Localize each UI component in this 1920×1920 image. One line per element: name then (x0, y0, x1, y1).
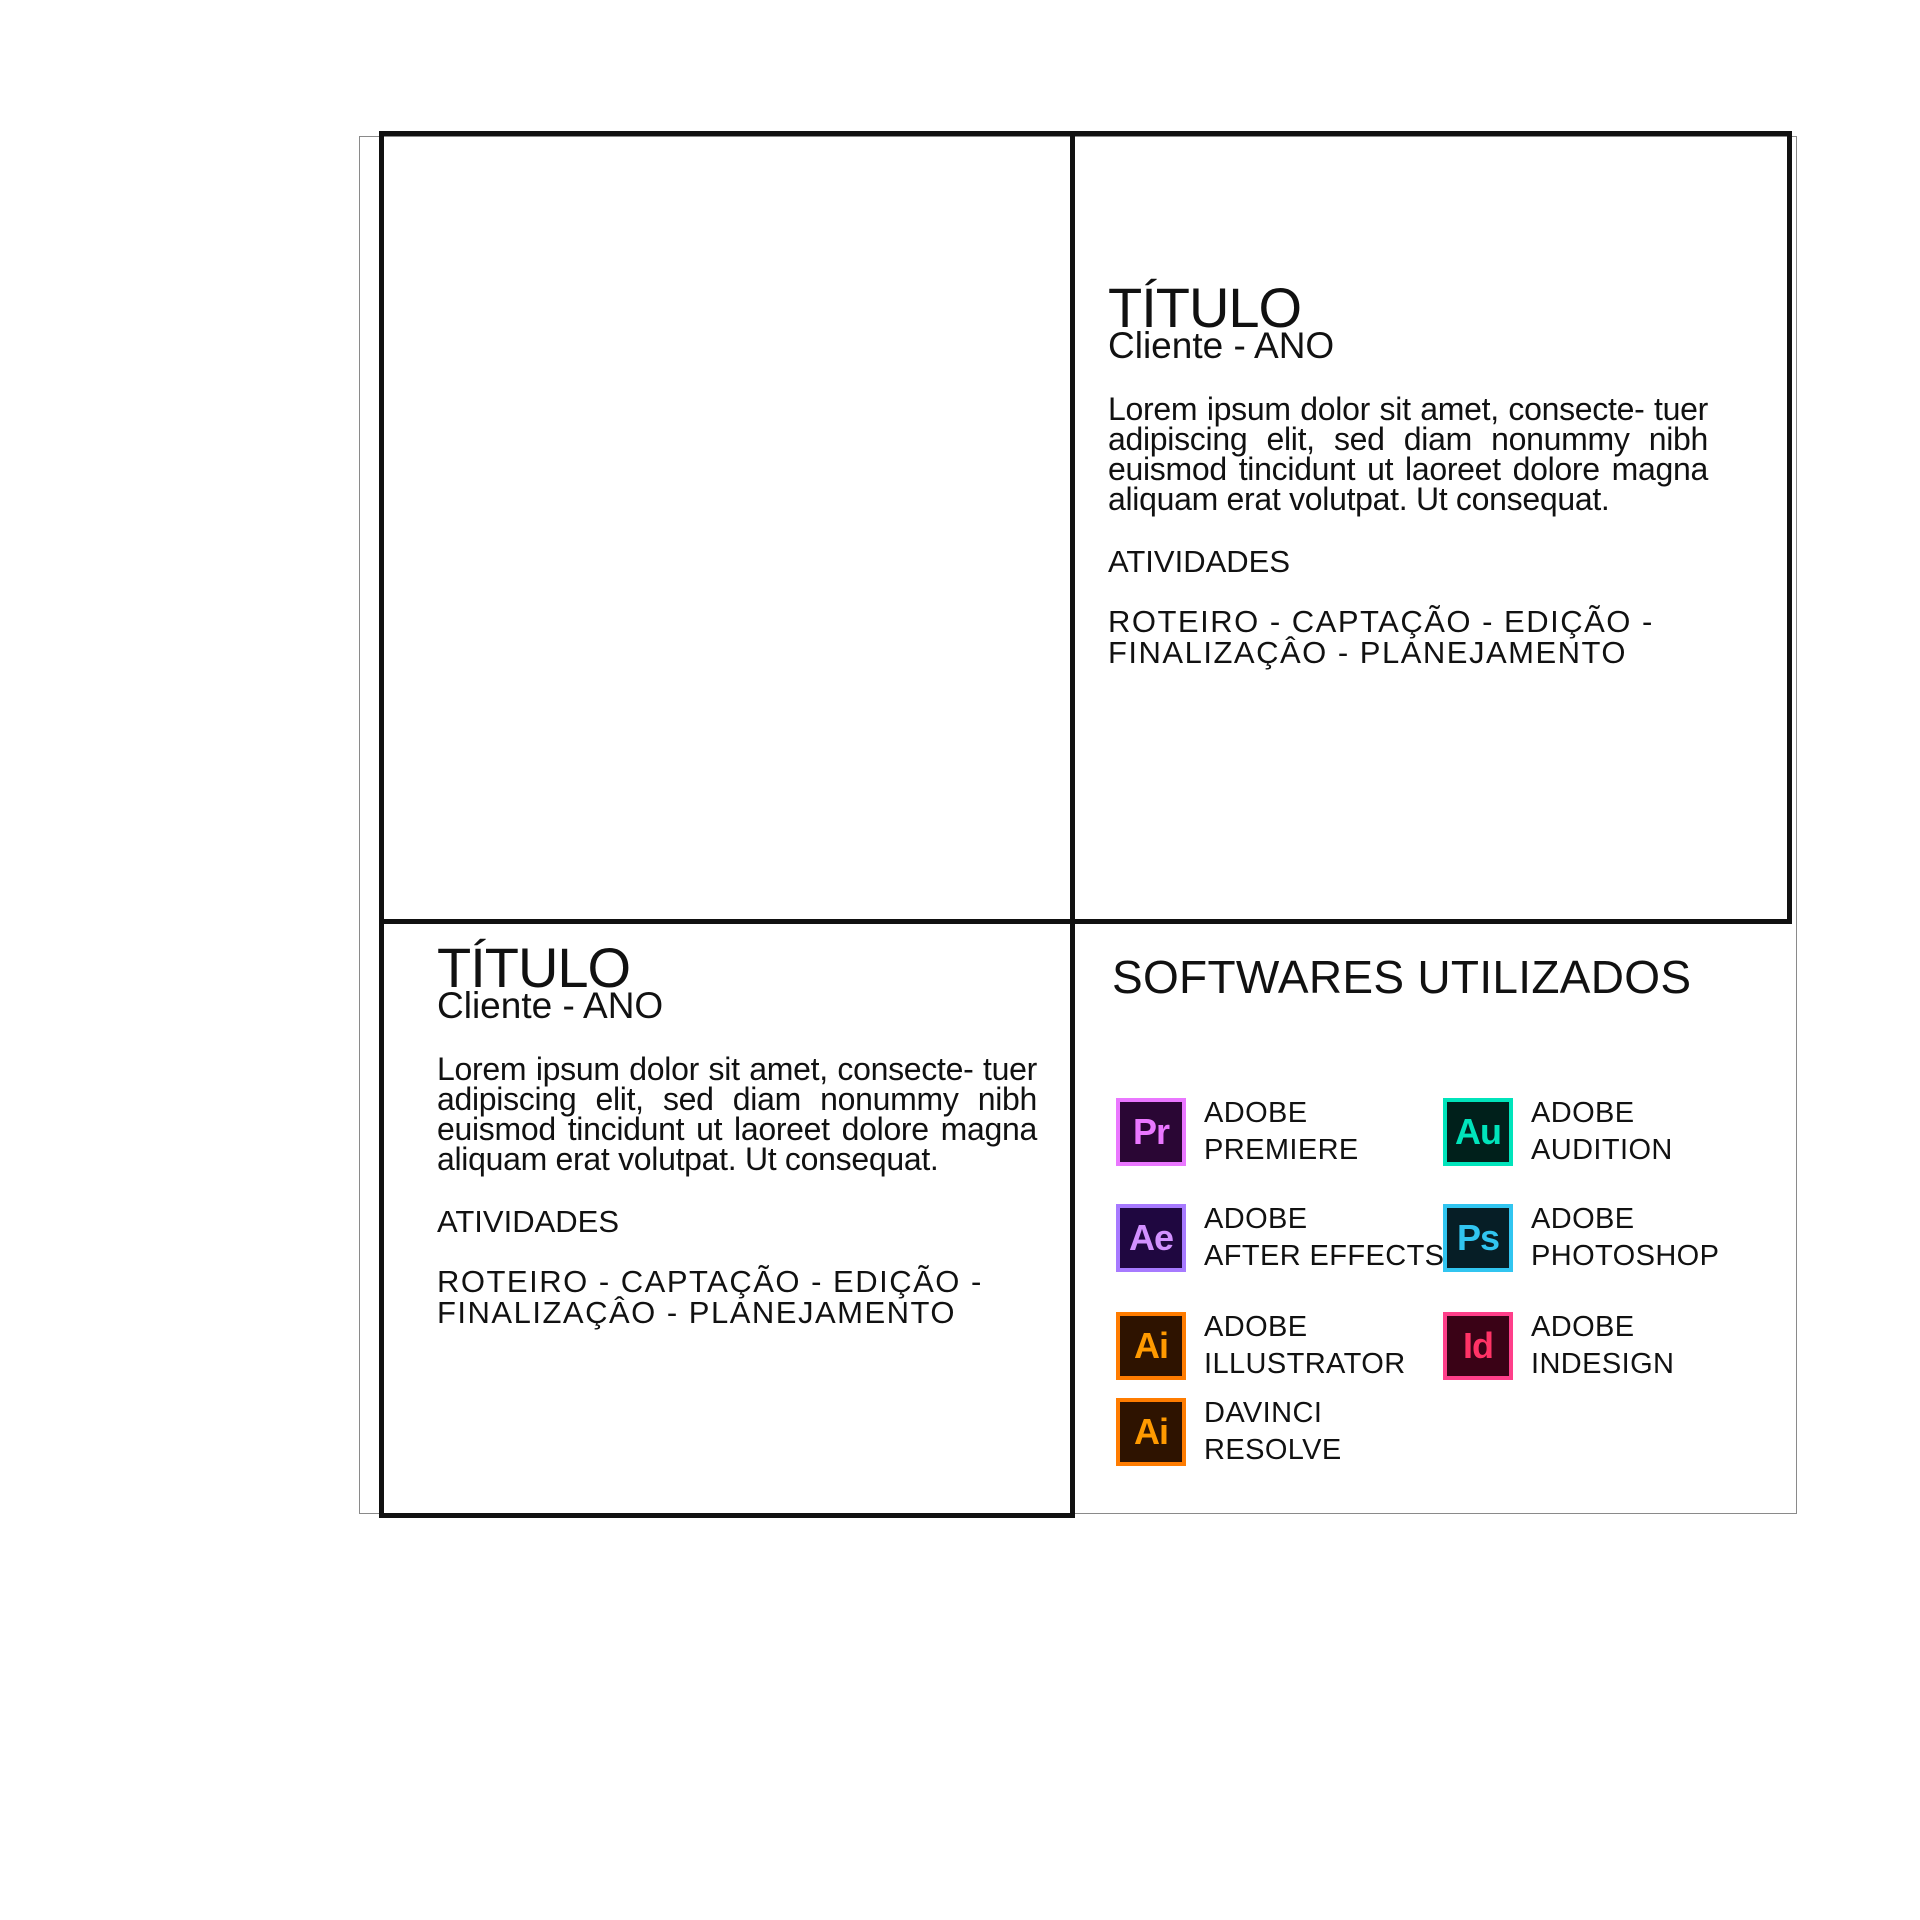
photoshop-icon: Ps (1443, 1204, 1513, 1272)
software-name: ADOBE PHOTOSHOP (1531, 1201, 1719, 1275)
activities-label: ATIVIDADES (1108, 544, 1291, 579)
illustrator-icon: Ai (1116, 1312, 1186, 1380)
software-name-line: ADOBE (1204, 1311, 1308, 1343)
software-name: ADOBE INDESIGN (1531, 1309, 1674, 1383)
software-item-premiere: Pr ADOBE PREMIERE (1116, 1095, 1359, 1169)
activities-line: ROTEIRO - CAPTAÇÃO - EDIÇÃO - (437, 1264, 983, 1299)
project-description: Lorem ipsum dolor sit amet, consecte- tu… (437, 1051, 1037, 1177)
activities-line: FINALIZAÇÂO - PLANEJAMENTO (1108, 635, 1628, 670)
software-item-davinci-resolve: Ai DAVINCI RESOLVE (1116, 1395, 1342, 1469)
software-name: ADOBE PREMIERE (1204, 1095, 1359, 1169)
software-name: ADOBE AFTER EFFECTS (1204, 1201, 1444, 1275)
software-name-line: ADOBE (1531, 1203, 1635, 1235)
image-placeholder-panel (379, 131, 1075, 924)
software-name-line: ADOBE (1204, 1203, 1308, 1235)
software-name-line: ADOBE (1531, 1311, 1635, 1343)
software-name-line: ADOBE (1204, 1097, 1308, 1129)
software-name-line: INDESIGN (1531, 1348, 1675, 1380)
software-name: ADOBE AUDITION (1531, 1095, 1673, 1169)
software-name-line: ADOBE (1531, 1097, 1635, 1129)
software-item-illustrator: Ai ADOBE ILLUSTRATOR (1116, 1309, 1406, 1383)
activities-label: ATIVIDADES (437, 1204, 620, 1239)
software-name-line: AUDITION (1531, 1134, 1673, 1166)
activities-list: ROTEIRO - CAPTAÇÃO - EDIÇÃO - FINALIZAÇÂ… (437, 1266, 1037, 1328)
software-item-photoshop: Ps ADOBE PHOTOSHOP (1443, 1201, 1719, 1275)
project-client-year: Cliente - ANO (1108, 325, 1335, 366)
after-effects-icon: Ae (1116, 1204, 1186, 1272)
activities-line: FINALIZAÇÂO - PLANEJAMENTO (437, 1295, 957, 1330)
software-item-after-effects: Ae ADOBE AFTER EFFECTS (1116, 1201, 1444, 1275)
audition-icon: Au (1443, 1098, 1513, 1166)
indesign-icon: Id (1443, 1312, 1513, 1380)
software-name-line: ILLUSTRATOR (1204, 1348, 1406, 1380)
davinci-resolve-icon: Ai (1116, 1398, 1186, 1466)
software-item-audition: Au ADOBE AUDITION (1443, 1095, 1673, 1169)
software-item-indesign: Id ADOBE INDESIGN (1443, 1309, 1674, 1383)
project-description: Lorem ipsum dolor sit amet, consecte- tu… (1108, 391, 1708, 517)
software-name-line: AFTER EFFECTS (1204, 1240, 1445, 1272)
project-block-top: TÍTULO Cliente - ANO Lorem ipsum dolor s… (1108, 280, 1708, 669)
software-name-line: PHOTOSHOP (1531, 1240, 1720, 1272)
project-client-year: Cliente - ANO (437, 985, 664, 1026)
project-block-bottom: TÍTULO Cliente - ANO Lorem ipsum dolor s… (437, 940, 1037, 1329)
software-name: ADOBE ILLUSTRATOR (1204, 1309, 1406, 1383)
software-name-line: PREMIERE (1204, 1134, 1359, 1166)
premiere-icon: Pr (1116, 1098, 1186, 1166)
activities-list: ROTEIRO - CAPTAÇÃO - EDIÇÃO - FINALIZAÇÂ… (1108, 606, 1708, 668)
softwares-heading: SOFTWARES UTILIZADOS (1112, 951, 1692, 1003)
software-name: DAVINCI RESOLVE (1204, 1395, 1342, 1469)
software-name-line: DAVINCI (1204, 1397, 1323, 1429)
activities-line: ROTEIRO - CAPTAÇÃO - EDIÇÃO - (1108, 604, 1654, 639)
software-name-line: RESOLVE (1204, 1434, 1342, 1466)
